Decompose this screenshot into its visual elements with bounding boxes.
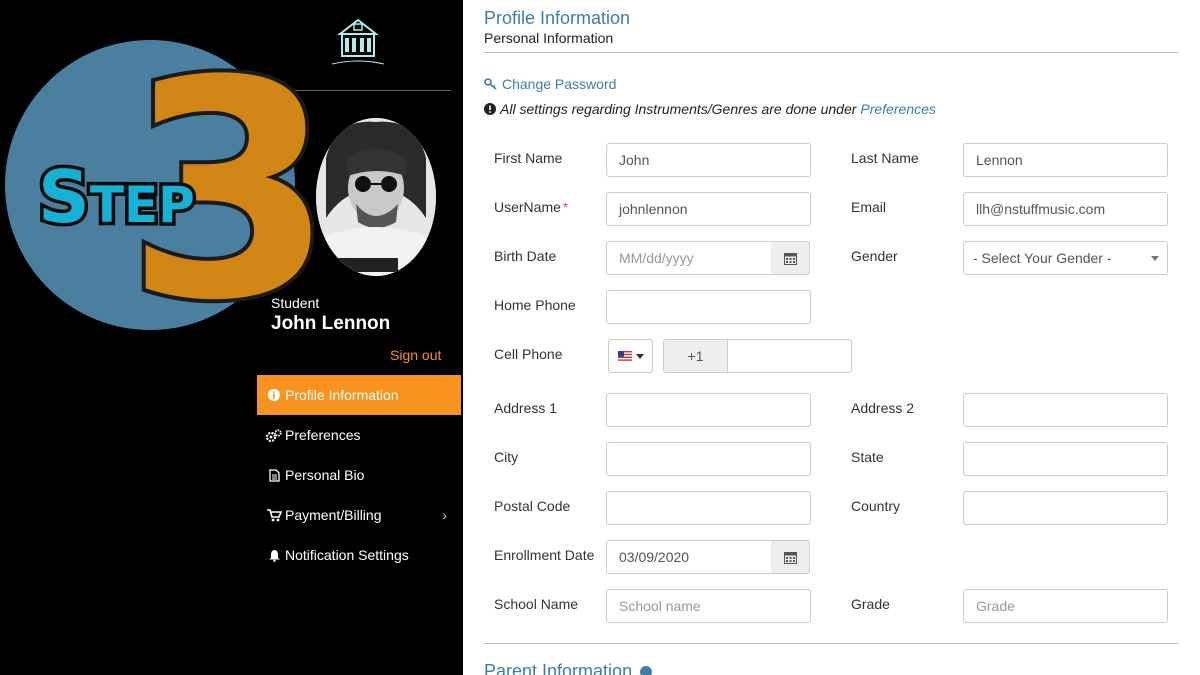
- sidebar-item-personal-bio[interactable]: Personal Bio: [257, 455, 461, 495]
- enrollment-date-label: Enrollment Date: [494, 547, 595, 563]
- username-label: UserName *: [494, 199, 568, 215]
- postal-code-input[interactable]: [606, 491, 811, 525]
- birth-date-input[interactable]: MM/dd/yyyy: [606, 241, 772, 275]
- first-name-label: First Name: [494, 150, 563, 166]
- change-password-link[interactable]: Change Password: [484, 76, 616, 92]
- sidebar-item-label: Notification Settings: [285, 547, 409, 563]
- user-name: John Lennon: [271, 313, 391, 334]
- home-phone-label: Home Phone: [494, 297, 576, 313]
- sidebar-divider: [268, 90, 451, 91]
- cart-icon: [266, 508, 282, 522]
- settings-note: All settings regarding Instruments/Genre…: [484, 101, 936, 117]
- city-label: City: [494, 449, 519, 465]
- address2-input[interactable]: [963, 393, 1168, 427]
- school-name-label: School Name: [494, 596, 579, 612]
- city-input[interactable]: [606, 442, 811, 476]
- school-logo: [331, 18, 385, 65]
- preferences-link[interactable]: Preferences: [860, 101, 935, 117]
- cell-phone-input[interactable]: [727, 339, 852, 373]
- required-marker: *: [562, 199, 569, 215]
- enrollment-date-calendar-button[interactable]: [771, 540, 810, 574]
- last-name-label: Last Name: [851, 150, 919, 166]
- postal-code-label: Postal Code: [494, 498, 571, 514]
- sidebar-nav: Profile Information Preferences Personal…: [257, 375, 461, 575]
- document-icon: [266, 468, 282, 482]
- exclamation-circle-icon: [484, 103, 496, 115]
- bell-icon: [266, 548, 282, 562]
- username-label-text: UserName: [494, 199, 561, 215]
- last-name-input[interactable]: Lennon: [963, 143, 1168, 177]
- parent-information-title: Parent Information: [484, 661, 633, 675]
- info-circle-icon: [640, 665, 653, 675]
- country-input[interactable]: [963, 491, 1168, 525]
- key-icon: [484, 78, 497, 90]
- gender-selected-value: - Select Your Gender -: [973, 250, 1112, 266]
- section-subtitle: Personal Information: [484, 30, 614, 46]
- country-label: Country: [851, 498, 901, 514]
- enrollment-date-input[interactable]: 03/09/2020: [606, 540, 772, 574]
- sidebar-item-label: Profile Information: [285, 387, 399, 403]
- avatar: [316, 118, 436, 276]
- sidebar-item-payment-billing[interactable]: Payment/Billing ›: [257, 495, 461, 535]
- caret-down-icon: [635, 353, 644, 359]
- section-divider: [484, 643, 1178, 644]
- address1-input[interactable]: [606, 393, 811, 427]
- header-divider: [484, 52, 1178, 53]
- settings-note-text: All settings regarding Instruments/Genre…: [500, 101, 857, 117]
- sidebar-item-preferences[interactable]: Preferences: [257, 415, 461, 455]
- state-input[interactable]: [963, 442, 1168, 476]
- user-role: Student: [271, 295, 320, 311]
- sidebar-item-label: Personal Bio: [285, 467, 365, 483]
- email-input[interactable]: llh@nstuffmusic.com: [963, 192, 1168, 226]
- gender-label: Gender: [851, 248, 898, 264]
- calendar-icon: [783, 551, 797, 564]
- gender-select[interactable]: - Select Your Gender -: [963, 241, 1168, 275]
- username-input[interactable]: johnlennon: [606, 192, 811, 226]
- sidebar: Student John Lennon Sign out Profile Inf…: [0, 0, 463, 675]
- calendar-icon: [783, 252, 797, 265]
- info-circle-icon: [266, 388, 282, 402]
- caret-down-icon: [1151, 256, 1159, 261]
- address1-label: Address 1: [494, 400, 558, 416]
- sign-out-link[interactable]: Sign out: [390, 347, 441, 363]
- sidebar-item-notification-settings[interactable]: Notification Settings: [257, 535, 461, 575]
- gears-icon: [266, 428, 282, 442]
- birth-date-label: Birth Date: [494, 248, 557, 264]
- address2-label: Address 2: [851, 400, 915, 416]
- country-flag-dropdown[interactable]: [608, 339, 653, 373]
- change-password-label: Change Password: [502, 76, 617, 92]
- state-label: State: [851, 449, 884, 465]
- us-flag-icon: [617, 351, 632, 361]
- cell-phone-label: Cell Phone: [494, 346, 563, 362]
- chevron-right-icon: ›: [442, 507, 447, 523]
- page-title: Profile Information: [484, 8, 631, 28]
- home-phone-input[interactable]: [606, 290, 811, 324]
- grade-label: Grade: [851, 596, 890, 612]
- dial-code: +1: [663, 339, 728, 373]
- school-name-input[interactable]: School name: [606, 589, 811, 623]
- first-name-input[interactable]: John: [606, 143, 811, 177]
- main-panel: Profile Information Personal Information…: [463, 0, 1200, 675]
- grade-input[interactable]: Grade: [963, 589, 1168, 623]
- sidebar-item-label: Preferences: [285, 427, 361, 443]
- email-label: Email: [851, 199, 887, 215]
- parent-information-heading[interactable]: Parent Information: [484, 661, 653, 675]
- sidebar-item-label: Payment/Billing: [285, 507, 382, 523]
- sidebar-item-profile-information[interactable]: Profile Information: [257, 375, 461, 415]
- birth-date-calendar-button[interactable]: [771, 241, 810, 275]
